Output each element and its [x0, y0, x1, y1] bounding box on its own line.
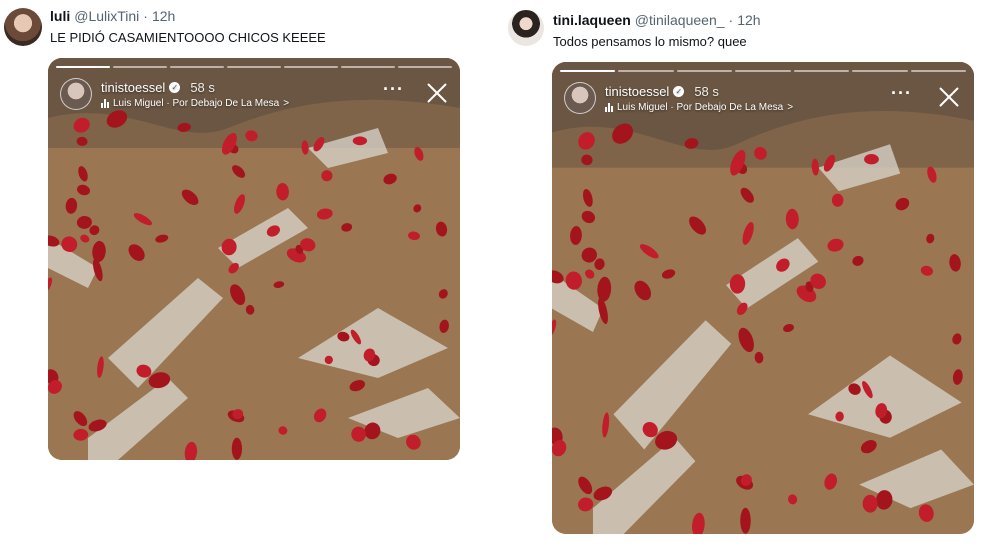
story-username[interactable]: tinistoessel — [101, 80, 165, 95]
tweet-media-image[interactable]: tinistoessel ✓ 58 s Luis Miguel · Por De… — [48, 58, 460, 460]
story-progress-bar — [56, 66, 452, 68]
user-avatar[interactable] — [4, 8, 42, 46]
tweet-header: luli @LulixTini · 12h — [50, 8, 175, 24]
rose-petals-on-sand-photo — [48, 58, 460, 460]
more-options-icon[interactable]: ··· — [891, 84, 912, 102]
timestamp[interactable]: 12h — [152, 8, 175, 24]
music-bars-icon — [605, 103, 613, 112]
display-name[interactable]: luli — [50, 8, 70, 24]
story-music-row[interactable]: Luis Miguel · Por Debajo De La Mesa > — [101, 98, 289, 109]
story-avatar[interactable] — [564, 82, 596, 114]
more-options-icon[interactable]: ··· — [383, 80, 404, 98]
tweet-text: LE PIDIÓ CASAMIENTOOOO CHICOS KEEEE — [50, 30, 326, 45]
story-time: 58 s — [190, 80, 215, 95]
user-handle[interactable]: @tinilaqueen_ — [635, 12, 725, 28]
verified-badge-icon: ✓ — [169, 82, 181, 93]
tweet-media-image[interactable]: tinistoessel ✓ 58 s Luis Miguel · Por De… — [552, 62, 974, 534]
user-handle[interactable]: @LulixTini — [74, 8, 139, 24]
timestamp[interactable]: 12h — [737, 12, 760, 28]
chevron-right-icon: > — [283, 98, 290, 109]
verified-badge-icon: ✓ — [673, 86, 685, 97]
tweet-card[interactable]: luli @LulixTini · 12h LE PIDIÓ CASAMIENT… — [0, 0, 470, 548]
display-name[interactable]: tini.laqueen — [553, 12, 631, 28]
story-username[interactable]: tinistoessel — [605, 84, 669, 99]
story-music-row[interactable]: Luis Miguel · Por Debajo De La Mesa > — [605, 102, 793, 113]
story-user-row: tinistoessel ✓ 58 s — [101, 80, 215, 95]
tweet-card[interactable]: tini.laqueen @tinilaqueen_ · 12h Todos p… — [500, 0, 992, 548]
chevron-right-icon: > — [787, 102, 794, 113]
close-icon[interactable] — [936, 84, 962, 110]
story-time: 58 s — [694, 84, 719, 99]
close-icon[interactable] — [424, 80, 450, 106]
rose-petals-on-sand-photo — [552, 62, 974, 534]
tweet-text: Todos pensamos lo mismo? quee — [553, 34, 747, 49]
story-music-label: Luis Miguel · Por Debajo De La Mesa — [113, 98, 280, 109]
story-user-row: tinistoessel ✓ 58 s — [605, 84, 719, 99]
separator-dot: · — [728, 12, 734, 28]
story-progress-bar — [560, 70, 966, 72]
story-avatar[interactable] — [60, 78, 92, 110]
user-avatar[interactable] — [508, 10, 544, 46]
tweet-header: tini.laqueen @tinilaqueen_ · 12h — [553, 12, 761, 28]
music-bars-icon — [101, 99, 109, 108]
separator-dot: · — [143, 8, 148, 24]
story-music-label: Luis Miguel · Por Debajo De La Mesa — [617, 102, 784, 113]
